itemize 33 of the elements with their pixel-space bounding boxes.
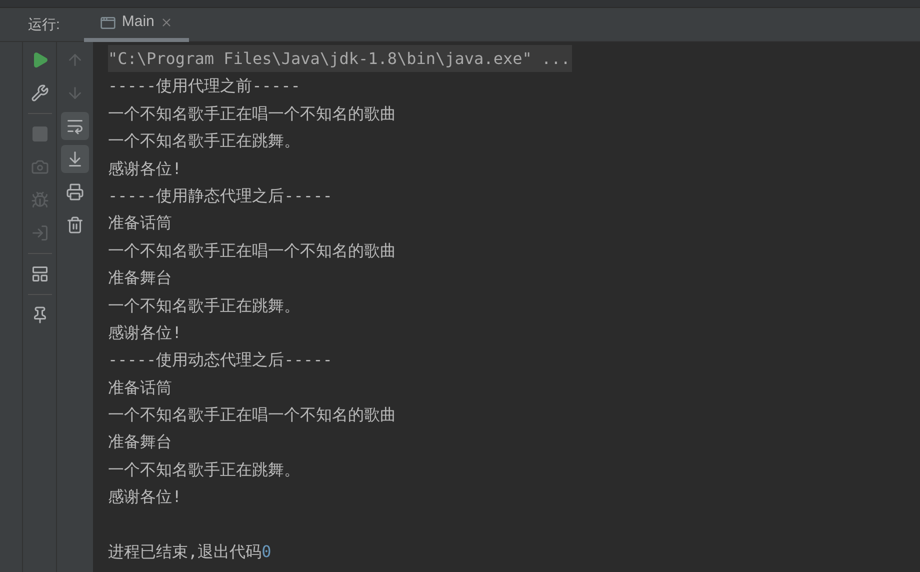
console-line: 一个不知名歌手正在唱一个不知名的歌曲 [108, 102, 396, 125]
console-line: -----使用动态代理之后----- [108, 349, 332, 372]
scroll-to-end-icon [66, 150, 84, 168]
console-line: -----使用静态代理之后----- [108, 184, 332, 207]
wrench-icon [30, 84, 48, 102]
console-line: 一个不知名歌手正在唱一个不知名的歌曲 [108, 404, 396, 426]
wrap-icon [66, 117, 84, 135]
console-line: 一个不知名歌手正在跳舞。 [108, 130, 300, 152]
stop-icon [30, 125, 48, 143]
close-icon[interactable] [160, 16, 174, 29]
console-line: 感谢各位! [108, 486, 182, 508]
console-line: 准备话筒 [108, 212, 172, 234]
console-line: 一个不知名歌手正在唱一个不知名的歌曲 [108, 240, 396, 262]
console-line: 准备舞台 [108, 267, 172, 290]
run-label: 运行: [28, 15, 60, 34]
wrap-button[interactable] [61, 112, 89, 140]
layout-icon [30, 265, 48, 283]
console-line: 感谢各位! [108, 158, 182, 180]
enter-icon [30, 224, 48, 242]
scroll-to-end-button[interactable] [61, 145, 89, 173]
bug-icon [30, 191, 48, 209]
console-line: 一个不知名歌手正在跳舞。 [108, 458, 300, 481]
console-line: 准备话筒 [108, 376, 172, 399]
console-line: 一个不知名歌手正在跳舞。 [108, 294, 300, 317]
window-icon [100, 14, 116, 30]
console-line: -----使用代理之前----- [108, 75, 300, 98]
trash-icon [66, 216, 84, 234]
exit-message: 进程已结束,退出代码 [108, 541, 262, 564]
print-icon [66, 183, 84, 201]
exit-code: 0 [262, 541, 272, 564]
console-line: 感谢各位! [108, 322, 182, 344]
camera-icon [30, 158, 48, 176]
console-line: 准备舞台 [108, 431, 172, 454]
